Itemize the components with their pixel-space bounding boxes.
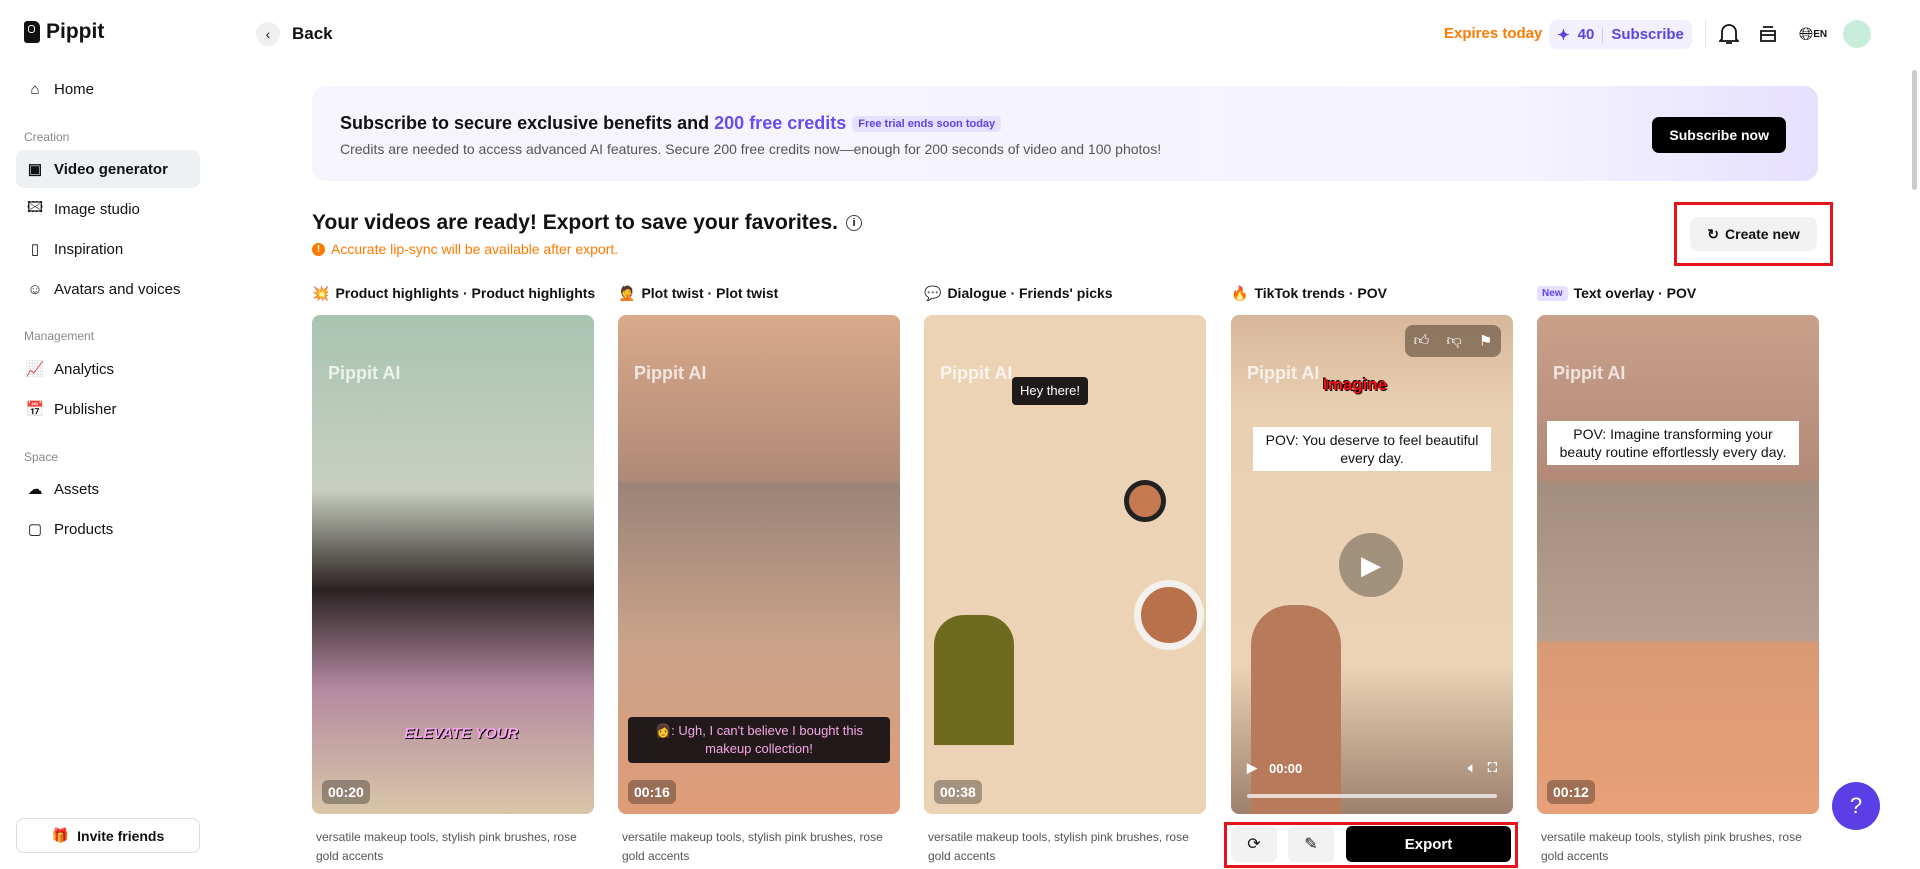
question-icon: ? bbox=[1849, 793, 1863, 818]
play-icon[interactable]: ▶ bbox=[1247, 760, 1257, 776]
chart-icon: 📈 bbox=[25, 361, 45, 378]
edit-button[interactable]: ✎ bbox=[1288, 826, 1334, 862]
duration-badge: 00:38 bbox=[934, 780, 982, 804]
refresh-icon: ↻ bbox=[1707, 225, 1720, 242]
info-icon[interactable]: i bbox=[845, 215, 862, 231]
lipsync-warning: ! Accurate lip-sync will be available aft… bbox=[312, 241, 618, 257]
help-button[interactable]: ? bbox=[1832, 782, 1880, 830]
video-card: 💥 Product highlights · Product highlights… bbox=[312, 283, 596, 866]
video-description: versatile makeup tools, stylish pink bru… bbox=[1541, 830, 1802, 863]
current-time: 00:00 bbox=[1269, 760, 1303, 776]
video-caption: 👩: Ugh, I can't believe I bought this ma… bbox=[628, 717, 890, 763]
subscription-icon[interactable] bbox=[1756, 22, 1780, 46]
sidebar-item-assets[interactable]: ☁ Assets bbox=[16, 470, 200, 508]
video-card: New Text overlay · POV Pippit AI POV: Ima… bbox=[1537, 283, 1819, 866]
inspiration-icon: ▯ bbox=[30, 241, 40, 258]
sparkle-icon: ✦ bbox=[1557, 26, 1570, 44]
volume-icon[interactable]: 🔈︎ bbox=[1468, 760, 1476, 776]
report-icon[interactable]: ⚑ bbox=[1479, 332, 1492, 350]
divider bbox=[1705, 20, 1706, 48]
sidebar-item-products[interactable]: ▢ Products bbox=[16, 510, 200, 548]
chevron-left-icon: ‹ bbox=[265, 26, 271, 42]
thumbs-down-icon[interactable]: 👎︎ bbox=[1446, 332, 1461, 350]
page-heading: Your videos are ready! Export to save yo… bbox=[312, 211, 862, 235]
sidebar-item-analytics[interactable]: 📈 Analytics bbox=[16, 350, 200, 388]
invite-friends-button[interactable]: 🎁 Invite friends bbox=[16, 818, 200, 853]
bell-icon[interactable] bbox=[1717, 22, 1741, 46]
banner-description: Credits are needed to access advanced AI… bbox=[340, 141, 1162, 157]
thumbs-up-icon[interactable]: 👍︎ bbox=[1414, 332, 1430, 350]
language-globe-icon[interactable]: 🌐︎ EN bbox=[1797, 22, 1829, 46]
user-avatar[interactable] bbox=[1843, 20, 1871, 48]
video-thumbnail[interactable]: Pippit AI Hey there! 00:38 bbox=[924, 315, 1206, 814]
sidebar-item-avatars[interactable]: ☺ Avatars and voices bbox=[16, 270, 200, 308]
video-thumbnail[interactable]: Pippit AI POV: Imagine transforming your… bbox=[1537, 315, 1819, 814]
video-card: 🔥 TikTok trends · POV 👍︎ 👎︎ ⚑ Pippit AI Ima… bbox=[1231, 283, 1513, 814]
sidebar-item-video-generator[interactable]: ▣ Video generator bbox=[16, 150, 200, 188]
box-icon: ▢ bbox=[27, 521, 43, 538]
back-button[interactable]: ‹ bbox=[256, 22, 280, 46]
subscribe-link[interactable]: Subscribe bbox=[1611, 26, 1684, 43]
home-icon: ⌂ bbox=[30, 80, 40, 98]
regenerate-button[interactable]: ⟳ bbox=[1231, 826, 1277, 862]
video-title: 🤦 Plot twist · Plot twist bbox=[618, 284, 779, 302]
scrollbar[interactable] bbox=[1912, 70, 1917, 190]
new-badge: New bbox=[1537, 285, 1568, 301]
video-caption: ELEVATE YOUR bbox=[404, 725, 519, 742]
progress-bar[interactable] bbox=[1247, 794, 1497, 798]
sidebar-item-inspiration[interactable]: ▯ Inspiration bbox=[16, 230, 200, 268]
subscribe-now-button[interactable]: Subscribe now bbox=[1652, 117, 1786, 153]
video-caption-top: Imagine bbox=[1323, 375, 1388, 394]
export-button[interactable]: Export bbox=[1346, 826, 1511, 862]
subscribe-banner: Subscribe to secure exclusive benefits a… bbox=[312, 86, 1818, 181]
player-controls: ▶ 00:00 🔈︎ ⛶ bbox=[1247, 760, 1497, 776]
banner-title: Subscribe to secure exclusive benefits a… bbox=[340, 113, 1002, 134]
create-new-button[interactable]: ↻ Create new bbox=[1690, 217, 1817, 251]
video-title: 💥 Product highlights · Product highlights bbox=[312, 284, 596, 302]
cloud-icon: ☁ bbox=[27, 481, 43, 498]
video-title: 🔥 TikTok trends · POV bbox=[1231, 284, 1387, 302]
fullscreen-icon[interactable]: ⛶ bbox=[1488, 760, 1497, 776]
video-thumbnail[interactable]: Pippit AI 👩: Ugh, I can't believe I boug… bbox=[618, 315, 900, 814]
avatar-icon: ☺ bbox=[27, 280, 43, 298]
video-thumbnail[interactable]: Pippit AI ELEVATE YOUR 00:20 bbox=[312, 315, 594, 814]
sidebar-item-home[interactable]: ⌂ Home bbox=[16, 70, 200, 108]
section-label-creation: Creation bbox=[24, 130, 70, 144]
section-label-management: Management bbox=[24, 329, 95, 343]
feedback-bar: 👍︎ 👎︎ ⚑ bbox=[1405, 325, 1501, 357]
video-description: versatile makeup tools, stylish pink bru… bbox=[928, 830, 1189, 863]
duration-badge: 00:20 bbox=[322, 780, 370, 804]
sidebar-item-publisher[interactable]: 📅 Publisher bbox=[16, 390, 200, 428]
pencil-icon: ✎ bbox=[1304, 836, 1318, 853]
regenerate-icon: ⟳ bbox=[1247, 836, 1261, 853]
video-caption: POV: Imagine transforming your beauty ro… bbox=[1547, 421, 1799, 465]
warning-icon: ! bbox=[312, 242, 325, 256]
video-player[interactable]: 👍︎ 👎︎ ⚑ Pippit AI Imagine POV: You deserve… bbox=[1231, 315, 1513, 814]
sidebar-item-image-studio[interactable]: 🖾 Image studio bbox=[16, 190, 200, 228]
video-icon: ▣ bbox=[27, 161, 43, 178]
video-caption: Hey there! bbox=[1012, 377, 1088, 405]
gift-icon: 🎁 bbox=[51, 827, 70, 843]
image-icon: 🖾 bbox=[26, 198, 44, 216]
duration-badge: 00:12 bbox=[1547, 780, 1595, 804]
back-label[interactable]: Back bbox=[292, 24, 333, 44]
video-description: versatile makeup tools, stylish pink bru… bbox=[622, 830, 883, 863]
video-description: versatile makeup tools, stylish pink bru… bbox=[316, 830, 577, 863]
trial-badge: Free trial ends soon today bbox=[852, 116, 1002, 133]
video-card: 💬 Dialogue · Friends' picks Pippit AI Hey… bbox=[924, 283, 1206, 866]
video-caption: POV: You deserve to feel beautiful every… bbox=[1253, 427, 1491, 471]
video-title: 💬 Dialogue · Friends' picks bbox=[924, 284, 1113, 302]
logo[interactable]: Pippit bbox=[24, 20, 104, 44]
section-label-space: Space bbox=[24, 450, 59, 464]
video-card: 🤦 Plot twist · Plot twist Pippit AI 👩: Ug… bbox=[618, 283, 900, 866]
credits-pill[interactable]: ✦ 40 Subscribe bbox=[1549, 20, 1692, 49]
calendar-icon: 📅 bbox=[25, 401, 45, 418]
play-button-icon[interactable]: ▶ bbox=[1339, 533, 1403, 597]
pippit-logo-icon bbox=[24, 21, 40, 43]
video-title: New Text overlay · POV bbox=[1537, 283, 1819, 303]
duration-badge: 00:16 bbox=[628, 780, 676, 804]
expires-text: Expires today bbox=[1444, 25, 1543, 42]
